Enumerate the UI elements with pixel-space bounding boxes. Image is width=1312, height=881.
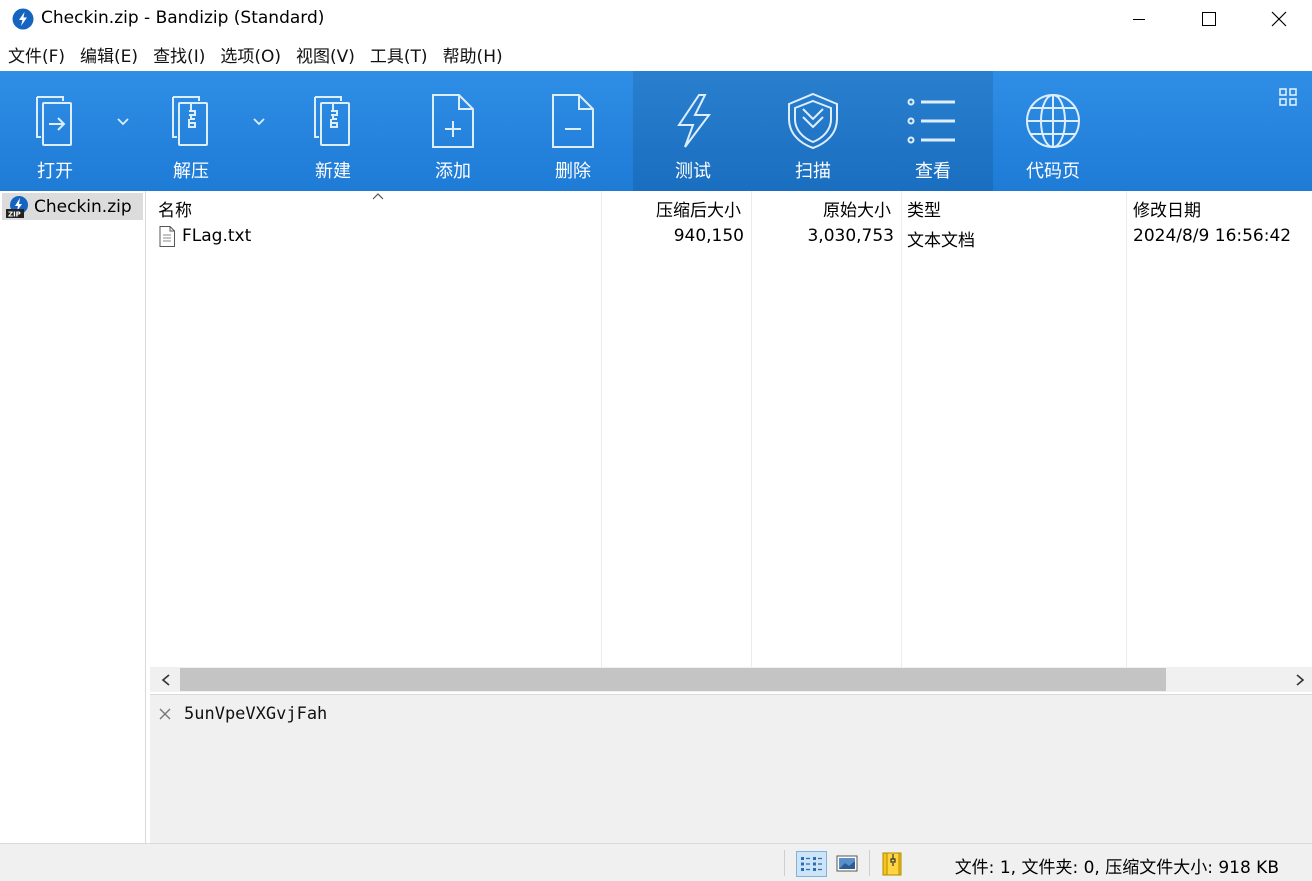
scroll-right-icon[interactable] [1294,673,1306,687]
details-view-icon[interactable] [796,851,827,877]
codepage-icon [1026,94,1080,148]
toolbar: 打开 解压 新建 添加 删除 测试 扫描 查看 代码页 [0,71,1312,191]
menu-find[interactable]: 查找(I) [145,42,212,67]
view-label: 查看 [915,161,951,182]
status-bar: 文件: 1, 文件夹: 0, 压缩文件大小: 918 KB [0,843,1312,881]
add-label: 添加 [435,161,471,182]
window-title: Checkin.zip - Bandizip (Standard) [41,8,325,28]
svg-text:ZIP: ZIP [8,210,21,218]
close-button[interactable] [1244,0,1312,38]
codepage-button[interactable]: 代码页 [993,71,1113,191]
add-button[interactable]: 添加 [393,71,513,191]
file-packed-size: 940,150 [673,226,744,246]
status-text: 文件: 1, 文件夹: 0, 压缩文件大小: 918 KB [954,858,1279,878]
sort-ascending-icon [372,193,384,200]
extract-icon [172,96,208,146]
delete-icon [552,94,594,148]
file-original-size: 3,030,753 [807,226,894,246]
file-modified: 2024/8/9 16:56:42 [1133,226,1292,246]
new-archive-icon [314,96,350,146]
test-icon [677,94,711,148]
column-divider[interactable] [1126,191,1127,667]
delete-button[interactable]: 删除 [513,71,633,191]
table-row[interactable]: FLag.txt 940,150 3,030,753 文本文档 2024/8/9… [150,224,1312,251]
column-header-packed[interactable]: 压缩后大小 [656,196,741,221]
column-header-modified[interactable]: 修改日期 [1133,196,1201,221]
minimize-icon [1133,19,1145,20]
column-header-type[interactable]: 类型 [907,196,941,221]
menu-edit[interactable]: 编辑(E) [72,42,145,67]
codepage-label: 代码页 [1026,161,1080,182]
add-icon [432,94,474,148]
bandizip-logo-icon [12,8,34,30]
menu-tools[interactable]: 工具(T) [362,42,435,67]
text-file-icon [159,226,175,247]
close-icon [1271,11,1287,27]
horizontal-scrollbar[interactable] [150,667,1312,692]
open-label: 打开 [37,161,73,182]
new-archive-button[interactable]: 新建 [273,71,393,191]
file-type: 文本文档 [907,231,975,251]
column-header-size[interactable]: 原始大小 [823,196,891,221]
view-button[interactable]: 查看 [873,71,993,191]
tree-item-label: Checkin.zip [34,196,132,217]
extract-button[interactable]: 解压 [131,71,251,191]
menu-view[interactable]: 视图(V) [288,42,362,67]
minimize-button[interactable] [1104,0,1174,38]
view-icon [907,98,955,144]
scan-label: 扫描 [795,161,831,182]
zip-archive-icon: ZIP [6,195,28,218]
column-divider[interactable] [601,191,602,667]
menu-help[interactable]: 帮助(H) [435,42,510,67]
archive-comment-text: 5unVpeVXGvjFah [184,704,328,724]
close-comment-icon[interactable] [158,707,172,721]
archive-comment-pane: 5unVpeVXGvjFah [150,694,1312,843]
maximize-icon [1202,12,1216,26]
open-dropdown-arrow-icon[interactable] [113,111,133,131]
scroll-left-icon[interactable] [160,673,172,687]
column-divider[interactable] [901,191,902,667]
extract-label: 解压 [173,161,209,182]
archive-info-icon[interactable] [880,851,906,877]
title-bar: Checkin.zip - Bandizip (Standard) [0,0,1312,38]
new-archive-label: 新建 [315,161,351,182]
file-name: FLag.txt [182,226,252,246]
maximize-button[interactable] [1174,0,1244,38]
archive-tree: ZIP Checkin.zip [0,191,146,843]
status-divider [869,850,870,876]
status-divider [784,850,785,876]
scan-icon [788,92,838,150]
preview-view-icon[interactable] [836,853,858,875]
layout-grid-icon[interactable] [1278,87,1300,109]
extract-dropdown-arrow-icon[interactable] [249,111,269,131]
test-button[interactable]: 测试 [633,71,753,191]
menu-bar: 文件(F) 编辑(E) 查找(I) 选项(O) 视图(V) 工具(T) 帮助(H… [0,38,1312,71]
column-divider[interactable] [751,191,752,667]
open-button[interactable]: 打开 [0,71,115,191]
open-icon [36,96,72,146]
test-label: 测试 [675,161,711,182]
delete-label: 删除 [555,161,591,182]
tree-item-archive[interactable]: ZIP Checkin.zip [2,193,143,220]
scan-button[interactable]: 扫描 [753,71,873,191]
column-header-name[interactable]: 名称 [158,196,192,221]
menu-options[interactable]: 选项(O) [212,42,288,67]
scrollbar-thumb[interactable] [180,668,1166,691]
file-list: 名称 压缩后大小 原始大小 类型 修改日期 FLag.txt 940,150 3… [150,191,1312,667]
menu-file[interactable]: 文件(F) [0,42,72,67]
